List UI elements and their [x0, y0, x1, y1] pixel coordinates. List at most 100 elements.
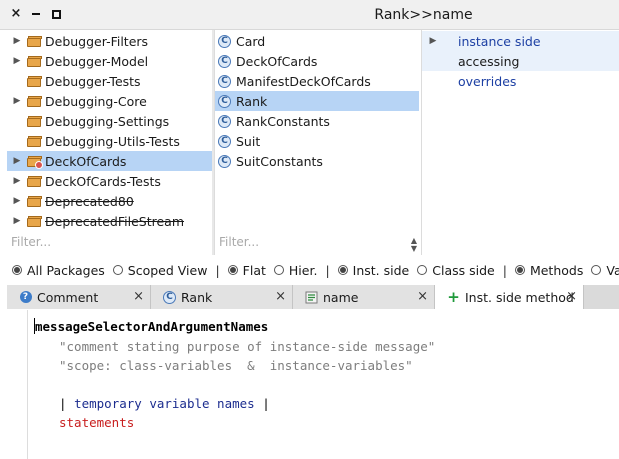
tab-inst-side-method[interactable]: + Inst. side method × — [435, 285, 584, 309]
plus-icon: + — [447, 288, 460, 306]
tab-name[interactable]: name × — [293, 285, 435, 309]
window-title: Rank>>name — [374, 7, 473, 23]
tab-comment[interactable]: ? Comment × — [7, 285, 151, 309]
package-label: DeprecatedFileStream — [45, 213, 185, 229]
package-item[interactable]: Debugging-Settings — [7, 111, 212, 131]
packages-filter-input[interactable]: Filter... — [11, 235, 51, 249]
protocol-item[interactable]: ▶ instance side — [422, 31, 619, 51]
expand-arrow-icon[interactable]: ▶ — [424, 36, 442, 46]
classes-pane[interactable]: C Card C DeckOfCards C ManifestDeckOfCards C Ra… — [214, 30, 419, 255]
class-icon: C — [218, 114, 231, 128]
package-item[interactable]: ▶ DeprecatedFileStream — [7, 211, 212, 231]
class-item[interactable]: C ManifestDeckOfCards — [215, 71, 419, 91]
package-item[interactable]: ▶ Debugging-Core — [7, 91, 212, 111]
protocol-label: overrides — [458, 73, 517, 89]
class-icon: C — [163, 290, 176, 304]
close-tab-icon[interactable]: × — [417, 289, 428, 304]
class-label: RankConstants — [236, 113, 330, 129]
package-label: Debugging-Core — [45, 93, 147, 109]
class-icon: C — [218, 154, 231, 168]
package-item[interactable]: ▶ Deprecated80 — [7, 191, 212, 211]
tab-label: name — [323, 289, 359, 305]
expand-arrow-icon[interactable]: ▶ — [10, 36, 24, 46]
class-icon: C — [218, 94, 231, 108]
package-item[interactable]: ▶ DeckOfCards-Tests — [7, 171, 212, 191]
package-label: Debugging-Settings — [45, 113, 170, 129]
package-item[interactable]: Debugger-Tests — [7, 71, 212, 91]
tab-label: Rank — [181, 289, 213, 305]
tab-label: Inst. side method — [465, 289, 574, 305]
radio-selected-icon — [227, 265, 238, 275]
folder-icon — [27, 215, 42, 227]
class-label: Suit — [236, 133, 261, 149]
close-tab-icon[interactable]: × — [275, 289, 286, 304]
folder-icon — [27, 55, 42, 67]
tab-rank[interactable]: C Rank × — [151, 285, 293, 309]
temporaries-line: | temporary variable names | — [59, 396, 270, 411]
radio-icon — [591, 265, 602, 275]
package-label: DeckOfCards — [45, 153, 127, 169]
expand-arrow-icon[interactable]: ▶ — [10, 176, 24, 186]
class-label: DeckOfCards — [236, 53, 318, 69]
protocols-pane[interactable]: ▶ instance side accessing overrides — [421, 30, 619, 255]
class-item[interactable]: C SuitConstants — [215, 151, 419, 171]
class-item[interactable]: C Suit — [215, 131, 419, 151]
expand-arrow-icon[interactable]: ▶ — [10, 96, 24, 106]
folder-icon — [27, 35, 42, 47]
package-label: Debugging-Utils-Tests — [45, 133, 180, 149]
protocol-label: accessing — [458, 53, 520, 69]
package-item[interactable]: Debugging-Utils-Tests — [7, 131, 212, 151]
scroll-arrows-icon[interactable]: ▲ ▼ — [411, 237, 417, 253]
class-label: ManifestDeckOfCards — [236, 73, 371, 89]
scoped-view-radio[interactable]: Scoped View — [112, 263, 207, 278]
package-item[interactable]: ▶ DeckOfCards — [7, 151, 212, 171]
radio-selected-icon — [337, 265, 348, 275]
package-item[interactable]: ▶ Debugger-Filters — [7, 31, 212, 51]
classes-filter-input[interactable]: Filter... — [219, 235, 259, 249]
browser-options-bar: All Packages Scoped View | Flat Hier. | … — [0, 258, 619, 282]
options-separator: | — [215, 262, 220, 278]
tab-label: Comment — [37, 289, 99, 305]
folder-icon — [27, 155, 43, 169]
all-packages-radio[interactable]: All Packages — [12, 263, 105, 278]
expand-arrow-icon[interactable]: ▶ — [10, 196, 24, 206]
expand-arrow-icon[interactable]: ▶ — [10, 156, 24, 166]
package-label: Debugger-Filters — [45, 33, 149, 49]
radio-selected-icon — [12, 265, 22, 275]
radio-icon — [273, 265, 284, 275]
folder-icon — [27, 95, 42, 107]
close-tab-icon[interactable]: × — [566, 289, 577, 304]
expand-arrow-icon[interactable]: ▶ — [10, 216, 24, 226]
class-side-radio[interactable]: Class side — [417, 263, 495, 278]
folder-icon — [27, 195, 42, 207]
package-label: Deprecated80 — [45, 193, 134, 209]
vars-radio[interactable]: Vars — [591, 263, 619, 278]
method-icon — [305, 291, 318, 304]
package-label: Debugger-Model — [45, 53, 149, 69]
protocol-item[interactable]: overrides — [422, 71, 619, 91]
title-bar: × Rank>>name — [0, 0, 619, 30]
expand-arrow-icon[interactable]: ▶ — [10, 56, 24, 66]
protocol-item[interactable]: accessing — [422, 51, 619, 71]
class-label: Card — [236, 33, 266, 49]
package-item[interactable]: ▶ Debugger-Model — [7, 51, 212, 71]
class-item[interactable]: C RankConstants — [215, 111, 419, 131]
class-icon: C — [218, 54, 231, 68]
class-item[interactable]: C Card — [215, 31, 419, 51]
method-signature: messageSelectorAndArgumentNames — [35, 319, 269, 334]
method-editor[interactable]: messageSelectorAndArgumentNames "comment… — [27, 310, 619, 459]
class-item[interactable]: C DeckOfCards — [215, 51, 419, 71]
class-item[interactable]: C Rank — [215, 91, 419, 111]
folder-icon — [27, 75, 42, 87]
flat-radio[interactable]: Flat — [227, 263, 266, 278]
close-tab-icon[interactable]: × — [133, 289, 144, 304]
package-label: DeckOfCards-Tests — [45, 173, 161, 189]
methods-radio[interactable]: Methods — [514, 263, 583, 278]
packages-pane[interactable]: ▶ Debugger-Filters ▶ Debugger-Model Debugger… — [7, 30, 212, 255]
inst-side-radio[interactable]: Inst. side — [337, 263, 409, 278]
protocol-label: instance side — [458, 33, 541, 49]
class-label: Rank — [236, 93, 268, 109]
class-label: SuitConstants — [236, 153, 323, 169]
radio-icon — [417, 265, 428, 275]
hier-radio[interactable]: Hier. — [273, 263, 317, 278]
